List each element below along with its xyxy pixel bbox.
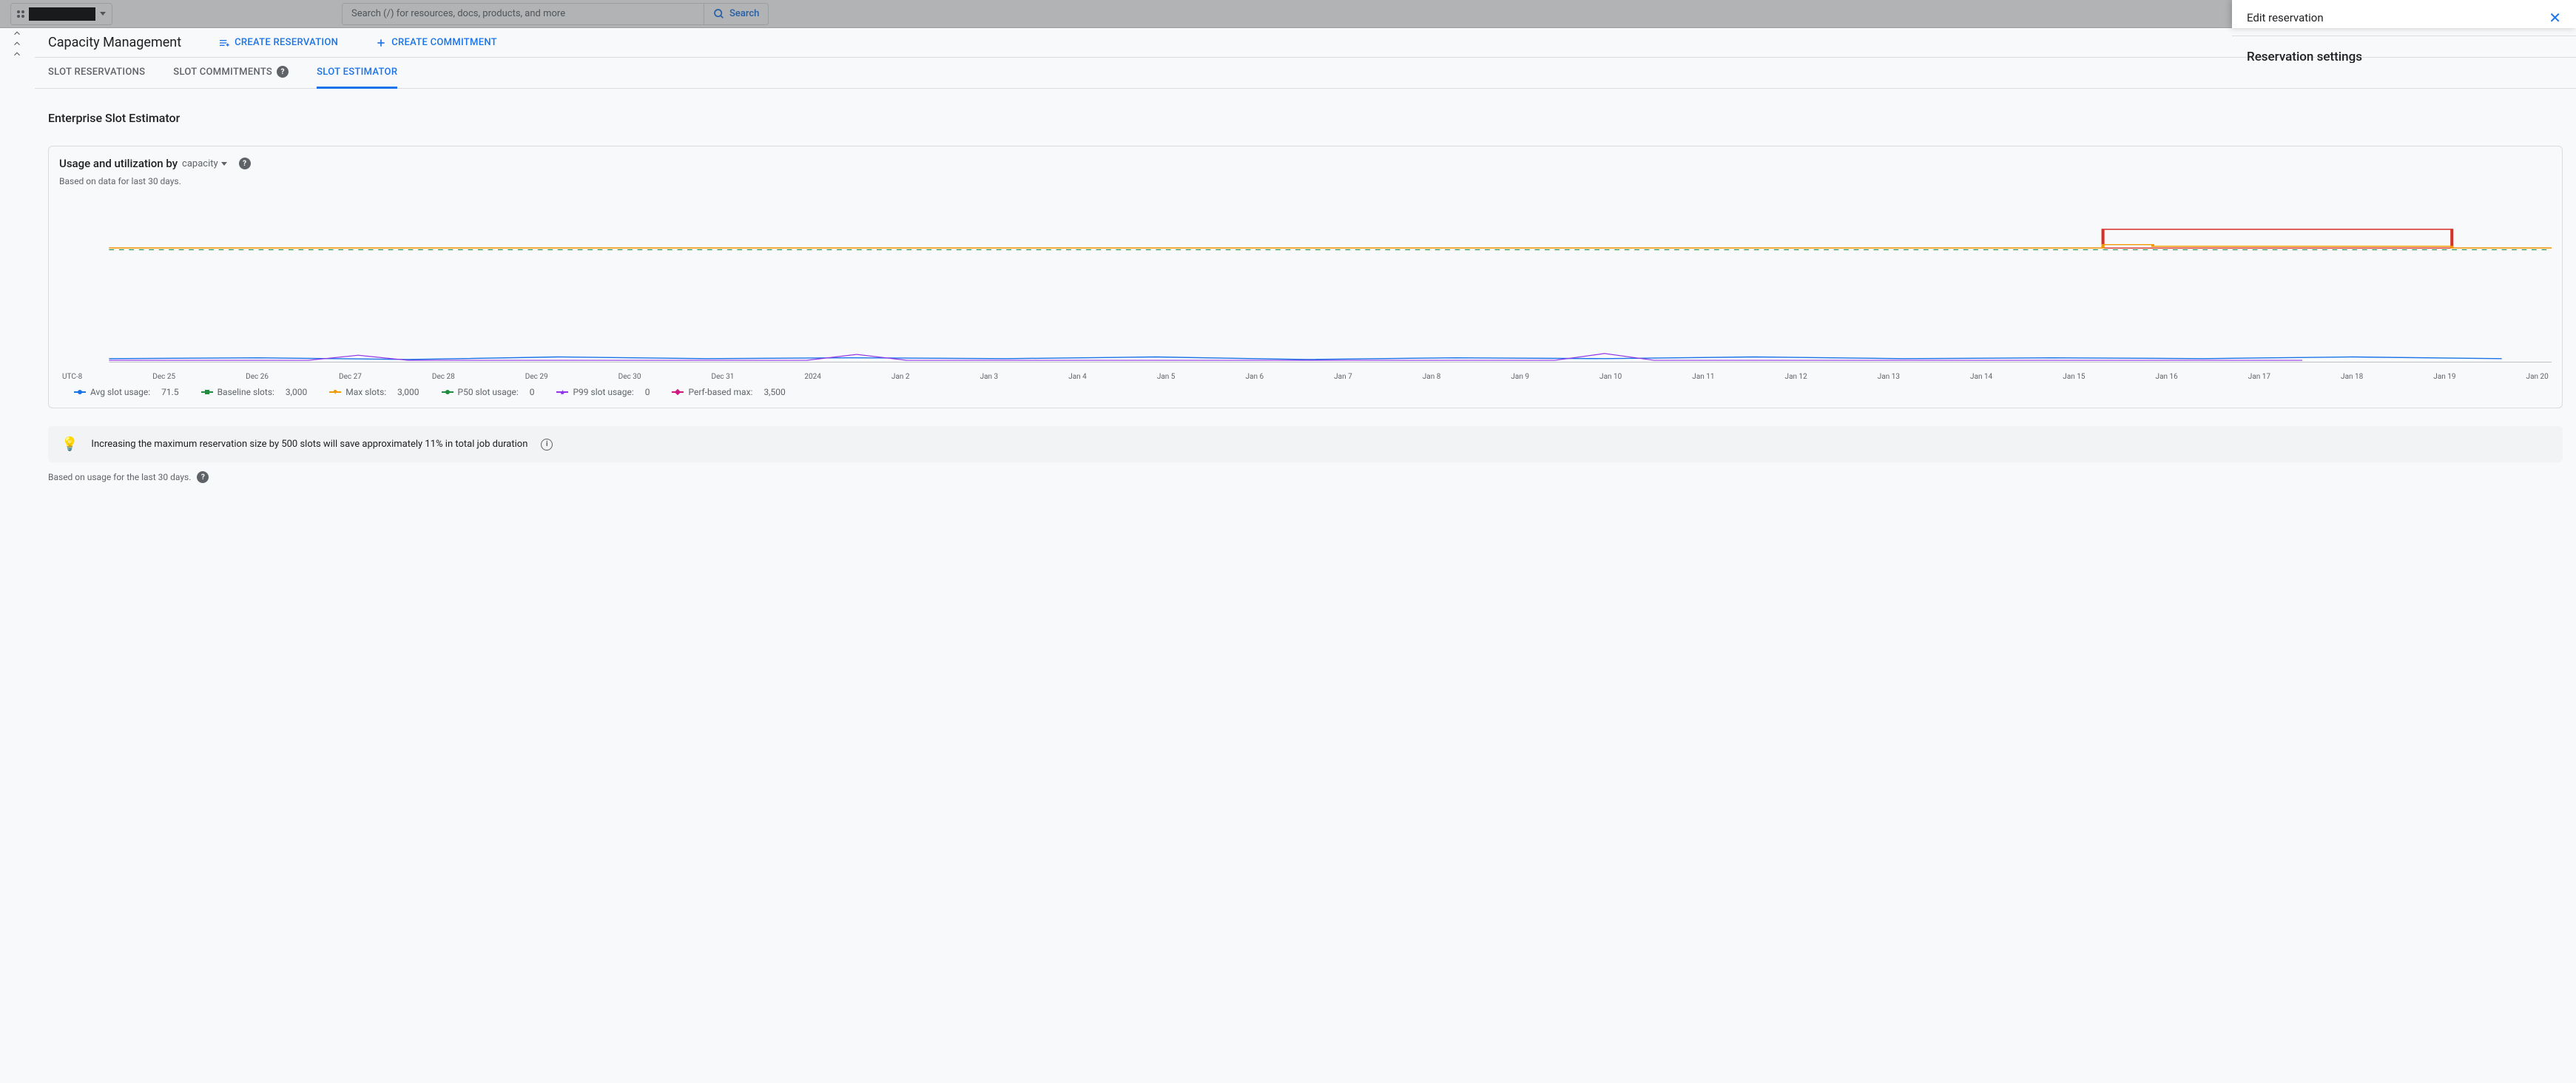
create-commitment-button[interactable]: CREATE COMMITMENT [375, 37, 497, 49]
estimator-title: Enterprise Slot Estimator [48, 111, 2563, 125]
usage-dimension-dropdown[interactable]: capacity [182, 158, 227, 169]
help-icon: ? [277, 66, 289, 78]
legend-baseline[interactable]: Baseline slots: 3,000 [201, 387, 308, 397]
tabs: SLOT RESERVATIONS SLOT COMMITMENTS? SLOT… [35, 58, 2576, 89]
legend-max[interactable]: Max slots: 3,000 [329, 387, 419, 397]
help-icon[interactable]: ? [239, 158, 251, 169]
rail-expand-2[interactable] [0, 38, 35, 49]
usage-card: Usage and utilization by capacity ? Base… [48, 146, 2563, 408]
based-on-text: Based on data for last 30 days. [59, 176, 2552, 186]
add-reservation-icon [218, 37, 230, 49]
footer-note: Based on usage for the last 30 days. [48, 472, 191, 482]
chevron-down-icon [221, 162, 227, 166]
chart-x-ticks: UTC-8Dec 25Dec 26Dec 27Dec 28Dec 29Dec 3… [59, 373, 2552, 381]
lightbulb-icon: 💡 [61, 436, 78, 452]
close-button[interactable]: ✕ [2549, 9, 2561, 27]
legend-perf[interactable]: Perf-based max: 3,500 [672, 387, 785, 397]
info-icon[interactable]: i [541, 439, 553, 451]
tab-slot-commitments[interactable]: SLOT COMMITMENTS? [173, 58, 289, 89]
chevron-up-icon [12, 28, 22, 38]
usage-chart [59, 195, 2552, 365]
page-header: Capacity Management CREATE RESERVATION C… [35, 28, 2576, 58]
create-reservation-button[interactable]: CREATE RESERVATION [218, 37, 338, 49]
chevron-up-icon [12, 38, 22, 49]
create-reservation-label: CREATE RESERVATION [235, 37, 338, 48]
plus-icon [375, 37, 387, 49]
tab-slot-estimator[interactable]: SLOT ESTIMATOR [317, 58, 397, 89]
insight-card: 💡 Increasing the maximum reservation siz… [48, 426, 2563, 462]
drawer-section-title: Reservation settings [2247, 50, 2561, 63]
rail-expand-3[interactable] [0, 49, 35, 59]
drawer-title: Edit reservation [2247, 11, 2324, 24]
insight-text: Increasing the maximum reservation size … [91, 439, 527, 450]
help-icon[interactable]: ? [197, 471, 209, 483]
legend-p50[interactable]: P50 slot usage: 0 [442, 387, 535, 397]
chevron-up-icon [12, 49, 22, 59]
usage-title: Usage and utilization by [59, 157, 178, 170]
edit-reservation-drawer: Edit reservation ✕ Reservation settings … [2232, 0, 2576, 28]
legend-avg[interactable]: Avg slot usage: 71.5 [74, 387, 179, 397]
page-title: Capacity Management [48, 35, 181, 50]
rail-expand-1[interactable] [0, 28, 35, 38]
tab-slot-reservations[interactable]: SLOT RESERVATIONS [48, 58, 145, 89]
modal-scrim[interactable] [0, 0, 2576, 28]
create-commitment-label: CREATE COMMITMENT [391, 37, 497, 48]
legend-p99[interactable]: P99 slot usage: 0 [556, 387, 650, 397]
chart-legend: Avg slot usage: 71.5 Baseline slots: 3,0… [59, 387, 2552, 397]
